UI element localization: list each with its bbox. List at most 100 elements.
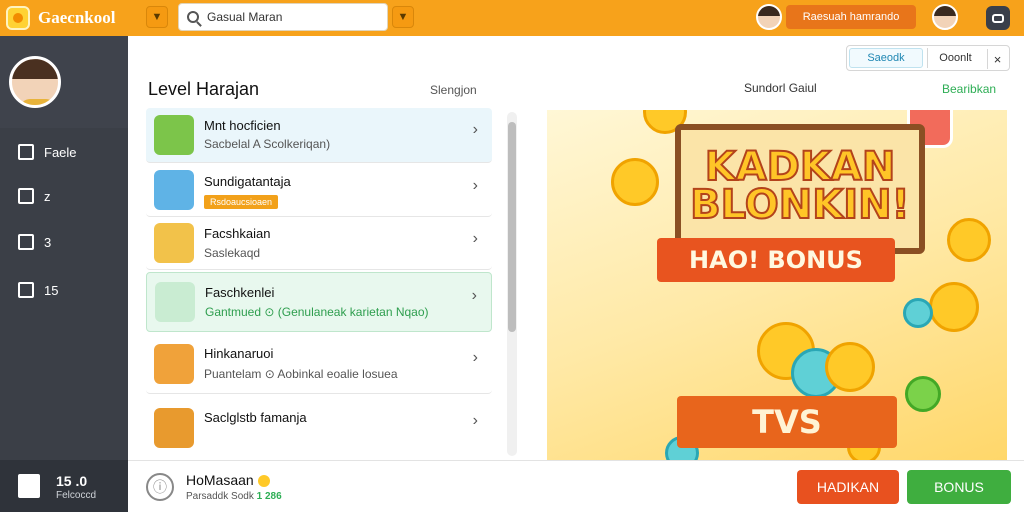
sidebar-footer[interactable]: 15 .0 Felcoccd	[0, 460, 128, 512]
promo-link[interactable]: Bearibkan	[942, 82, 996, 96]
list-scrollbar[interactable]	[507, 112, 517, 456]
segment-option-a[interactable]: Saeodk	[849, 48, 923, 68]
menu-dropdown-button[interactable]: ▼	[146, 6, 168, 28]
chevron-right-icon: ›	[471, 287, 477, 304]
bottom-title: HoMasaan	[186, 472, 270, 488]
coin-icon	[825, 342, 875, 392]
list-item[interactable]: Faschkenlei Gantmued ⊙ (Genulaneak karie…	[146, 272, 492, 332]
list-item[interactable]: Mnt hocficien Sacbelal A Scolkeriqan) ›	[146, 108, 492, 163]
promo-ribbon-bottom: TVS	[677, 396, 897, 448]
list-item[interactable]: Sundigatantaja Rsdoaucsioaen ›	[146, 164, 492, 217]
level-icon	[155, 282, 195, 322]
building-icon	[18, 474, 40, 498]
message-icon	[18, 234, 34, 250]
chat-icon	[992, 13, 1004, 23]
bottom-title-text: HoMasaan	[186, 472, 254, 488]
bottom-subtitle: Parsaddk Sodk 1 286	[186, 491, 282, 502]
list-item[interactable]: Facshkaian Saslekaqd ›	[146, 218, 492, 270]
chevron-right-icon: ›	[472, 121, 478, 138]
promo-board: KADKAN BLONKIN!	[675, 124, 925, 254]
sidebar-item-label: 3	[44, 235, 52, 250]
avatar-shirt	[20, 99, 56, 105]
level-icon	[154, 223, 194, 263]
smile-icon	[257, 475, 270, 488]
bottom-subtitle-text: Parsaddk Sodk	[186, 491, 254, 502]
chevron-down-icon: ▼	[397, 11, 409, 23]
chevron-down-icon: ▼	[151, 11, 163, 23]
list-item-title: Saclglstb famanja	[204, 410, 307, 425]
promo-ribbon: HAO! BONUS	[657, 238, 895, 282]
list-item-title: Hinkanaruoi	[204, 346, 274, 361]
list-item-subtitle: Saslekaqd	[204, 246, 261, 260]
segment-option-b[interactable]: Ooonlt	[927, 48, 983, 68]
status-badge: Rsdoaucsioaen	[204, 195, 279, 209]
chevron-right-icon: ›	[472, 177, 478, 194]
profile-block	[0, 36, 128, 128]
panel-action-link[interactable]: Slengjon	[430, 83, 477, 97]
bonus-button[interactable]: BONUS	[907, 470, 1011, 504]
search-dropdown-button[interactable]: ▼	[392, 6, 414, 28]
search-icon	[187, 11, 199, 23]
sidebar-item-stats[interactable]: z	[0, 176, 128, 216]
sidebar: Faele z 3 15 15 .0 Felcoccd	[0, 36, 128, 512]
level-icon	[154, 115, 194, 155]
bottom-subtitle-value: 1 286	[256, 491, 282, 502]
sidebar-footer-subtitle: Felcoccd	[56, 490, 97, 501]
info-icon[interactable]: ⓘ	[146, 473, 174, 501]
chat-button[interactable]	[986, 6, 1010, 30]
list-item[interactable]: Hinkanaruoi Puantelam ⊙ Aobinkal eoalie …	[146, 334, 492, 394]
user-name-button[interactable]: Raesuah hamrando	[786, 5, 916, 29]
hadikan-button[interactable]: HADIKAN	[797, 470, 899, 504]
friend-avatar[interactable]	[932, 4, 958, 30]
panel-title: Level Harajan	[148, 79, 260, 99]
chevron-right-icon: ›	[472, 349, 478, 366]
sidebar-item-label: Faele	[44, 145, 77, 160]
scrollbar-thumb[interactable]	[508, 122, 516, 332]
list-item-subtitle: Puantelam ⊙ Aobinkal eoalie losuea	[204, 367, 398, 381]
sidebar-item-shop[interactable]: 15	[0, 270, 128, 310]
user-avatar[interactable]	[756, 4, 782, 30]
avatar-hair	[934, 6, 956, 16]
top-bar: Gaecnkool ▼ ▼ Raesuah hamrando	[0, 0, 1024, 36]
coin-icon	[929, 282, 979, 332]
coin-icon	[947, 218, 991, 262]
level-icon	[154, 170, 194, 210]
level-icon	[154, 344, 194, 384]
ribbon-bottom-text: TVS	[752, 403, 822, 441]
sidebar-item-label: 15	[44, 283, 59, 298]
level-list: Mnt hocficien Sacbelal A Scolkeriqan) › …	[146, 108, 494, 460]
promo-banner[interactable]: KADKAN BLONKIN! HAO! BONUS TVS	[547, 110, 1007, 460]
home-icon	[18, 144, 34, 160]
chevron-right-icon: ›	[472, 412, 478, 429]
shop-icon	[18, 282, 34, 298]
coin-icon	[903, 298, 933, 328]
profile-avatar[interactable]	[9, 56, 61, 108]
search-field[interactable]	[178, 3, 388, 31]
chart-icon	[18, 188, 34, 204]
level-icon	[154, 408, 194, 448]
list-item-title: Facshkaian	[204, 226, 271, 241]
sidebar-footer-title: 15 .0	[56, 473, 88, 489]
list-item-title: Mnt hocficien	[204, 118, 281, 133]
avatar-hair	[12, 59, 58, 79]
list-item-title: Sundigatantaja	[204, 174, 291, 189]
coin-icon	[611, 158, 659, 206]
app-logo[interactable]	[6, 6, 30, 30]
list-item-subtitle: Sacbelal A Scolkeriqan)	[204, 137, 331, 151]
close-icon[interactable]: ×	[987, 49, 1007, 69]
promo-title: KADKAN BLONKIN!	[689, 144, 911, 228]
ribbon-text: HAO! BONUS	[689, 246, 863, 274]
list-item[interactable]: Saclglstb famanja ›	[146, 396, 492, 458]
coin-icon	[905, 376, 941, 412]
segmented-control: Saeodk Ooonlt ×	[846, 45, 1010, 71]
sidebar-item-label: z	[44, 189, 51, 204]
search-input[interactable]	[207, 8, 382, 26]
chevron-right-icon: ›	[472, 230, 478, 247]
avatar-hair	[758, 6, 780, 16]
sidebar-item-home[interactable]: Faele	[0, 132, 128, 172]
list-item-subtitle: Gantmued ⊙ (Genulaneak karietan Nqao)	[205, 305, 429, 319]
logo-mark	[13, 13, 23, 23]
list-item-title: Faschkenlei	[205, 285, 275, 300]
app-title: Gaecnkool	[38, 8, 116, 27]
sidebar-item-messages[interactable]: 3	[0, 222, 128, 262]
